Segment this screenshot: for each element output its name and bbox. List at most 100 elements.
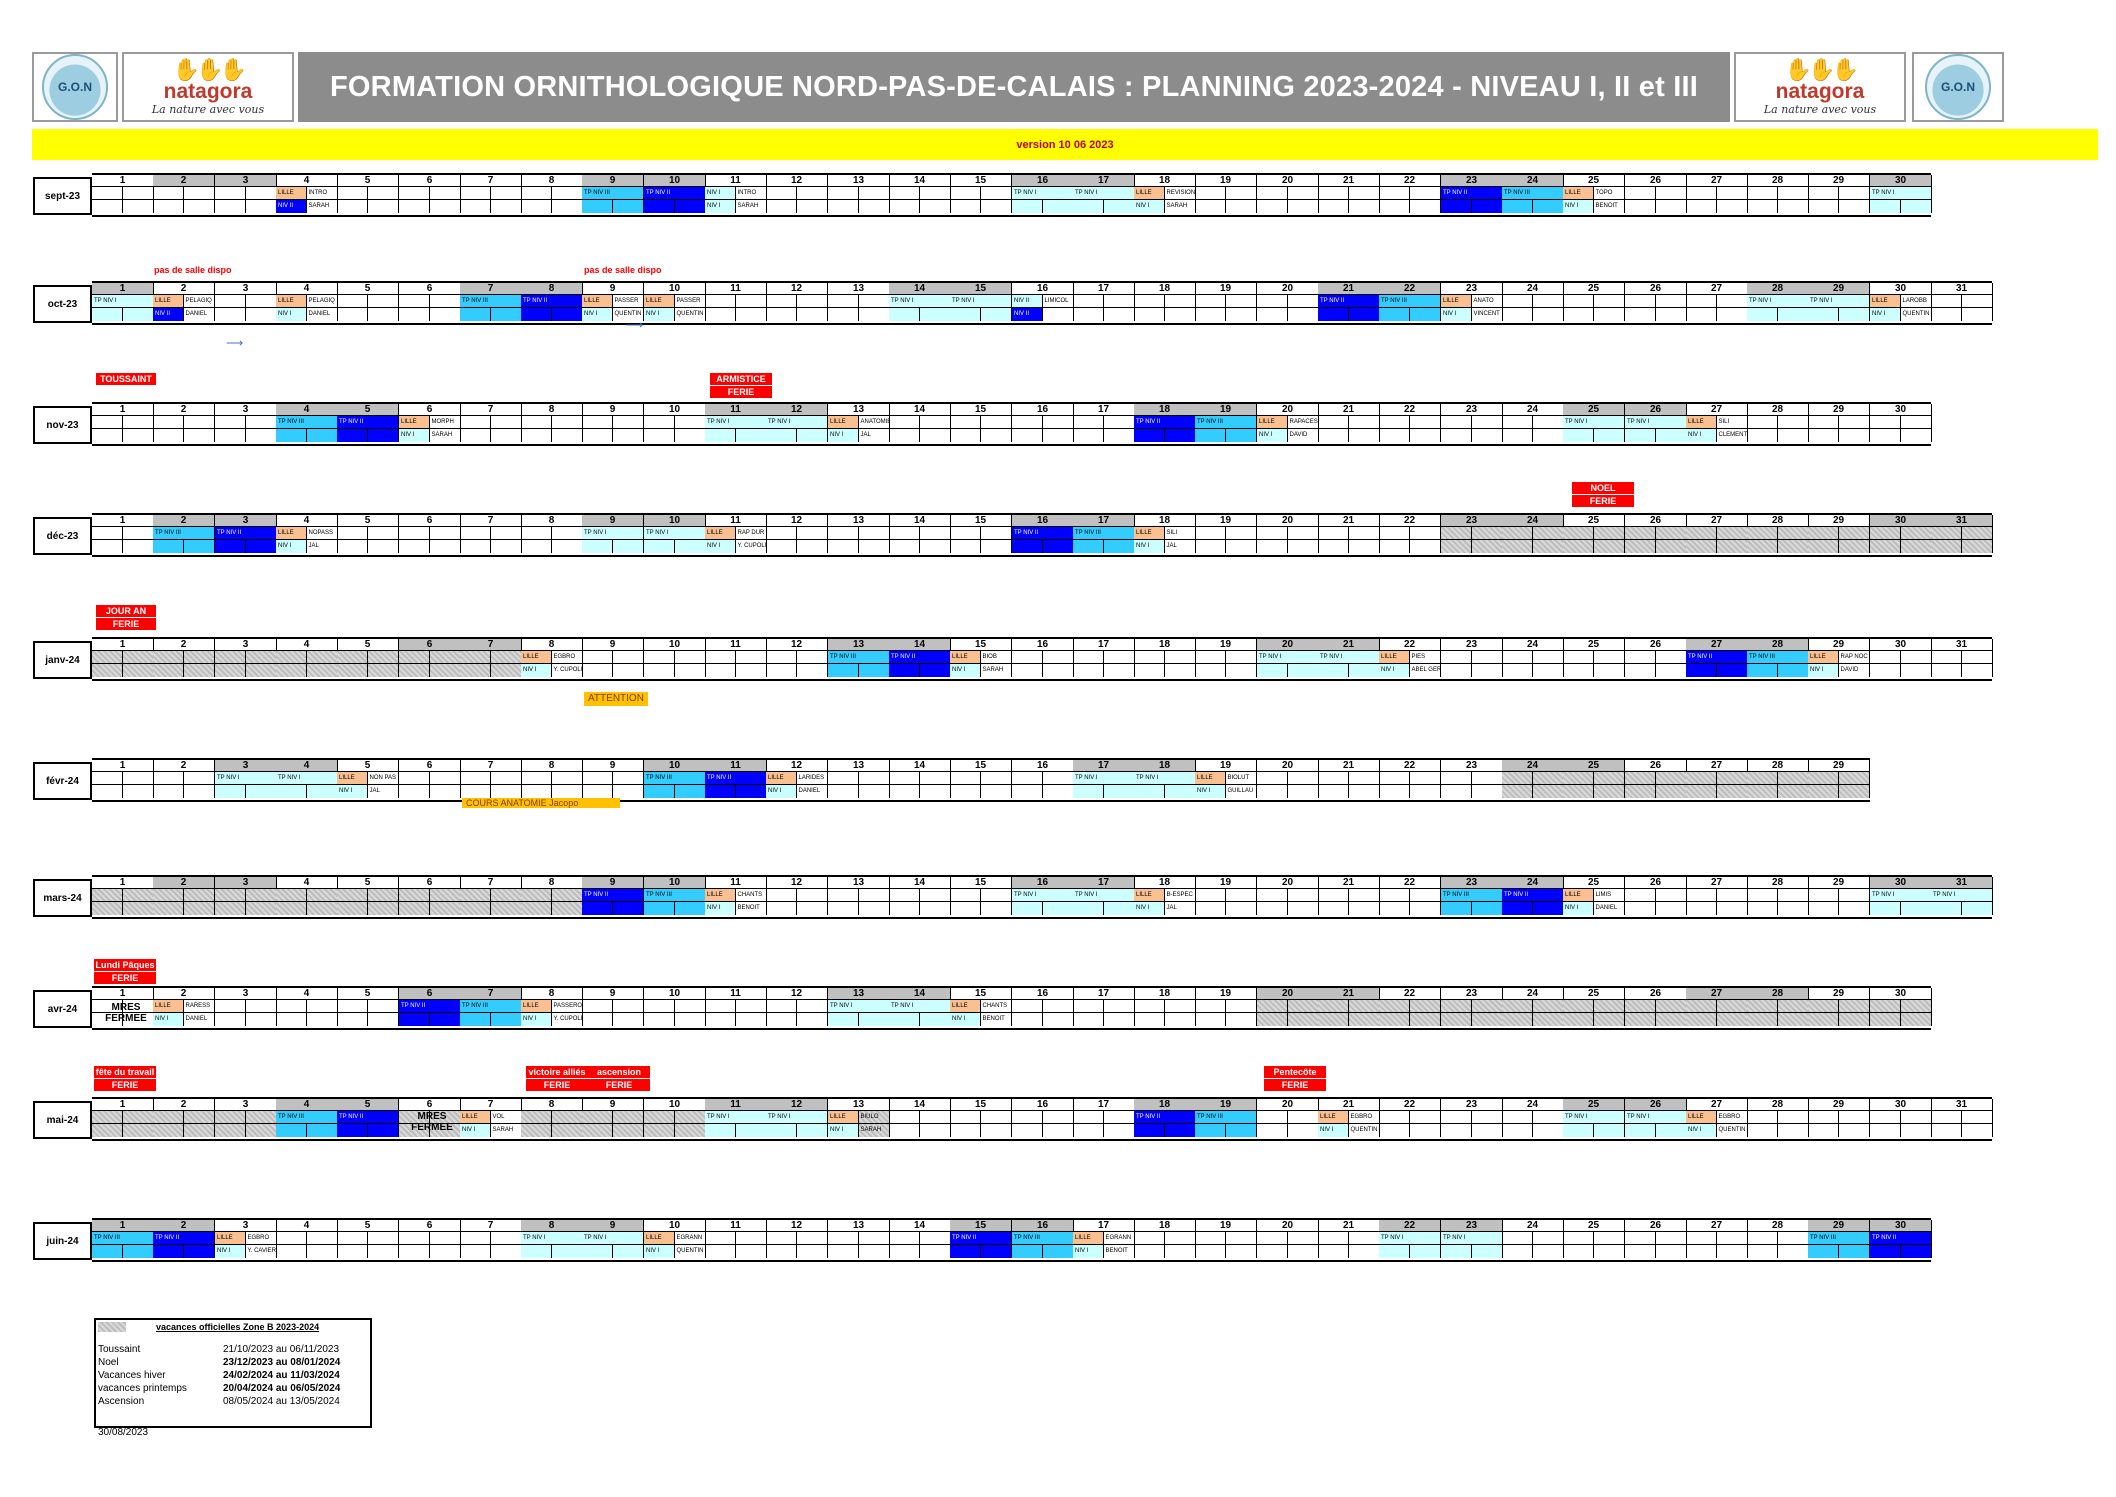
day-cell[interactable]: 27 xyxy=(1686,515,1748,553)
day-cell[interactable]: 23 LILLE ANATO NIV I VINCENT xyxy=(1441,283,1503,321)
day-cell[interactable]: 4 xyxy=(276,988,338,1026)
day-cell[interactable]: 9 TP NIV II xyxy=(582,877,644,915)
day-cell[interactable]: 31 TP NIV I xyxy=(1931,877,1993,915)
day-cell[interactable]: 19 LILLE BIOLUT NIV I GUILLAU xyxy=(1195,760,1257,798)
day-cell[interactable]: 15 xyxy=(950,515,1012,553)
day-cell[interactable]: 25 xyxy=(1563,639,1625,677)
day-cell[interactable]: 13 xyxy=(828,1220,890,1258)
day-cell[interactable]: 14 xyxy=(889,404,951,442)
day-cell[interactable]: 25 LILLE LIMIS NIV I DANIEL xyxy=(1563,877,1625,915)
day-cell[interactable]: 15 TP NIV II xyxy=(950,1220,1012,1258)
day-cell[interactable]: 11 LILLE RAP DUR NIV I Y. CUPOLI xyxy=(705,515,767,553)
day-cell[interactable]: 25 xyxy=(1563,988,1625,1026)
day-cell[interactable]: 22 xyxy=(1379,515,1441,553)
day-cell[interactable]: 8 LILLE PASSERO NIV I Y. CUPOLI xyxy=(521,988,583,1026)
day-cell[interactable]: 13 LILLE ANATOMIE NIV I JAL xyxy=(828,404,890,442)
day-cell[interactable]: 17 TP NIV I xyxy=(1073,877,1135,915)
day-cell[interactable]: 7 TP NIV III xyxy=(460,988,522,1026)
day-cell[interactable]: 19 xyxy=(1195,877,1257,915)
day-cell[interactable]: 30 TP NIV II xyxy=(1870,1220,1932,1258)
day-cell[interactable]: 19 xyxy=(1195,988,1257,1026)
day-cell[interactable]: 31 xyxy=(1931,1099,1993,1137)
day-cell[interactable]: 10 xyxy=(644,1099,706,1137)
day-cell[interactable]: 12 xyxy=(766,877,828,915)
day-cell[interactable]: 25 xyxy=(1563,760,1625,798)
day-cell[interactable]: 1 xyxy=(92,404,154,442)
day-cell[interactable]: 13 xyxy=(828,877,890,915)
day-cell[interactable]: 21 TP NIV II xyxy=(1318,283,1380,321)
day-cell[interactable]: 25 LILLE TOPO NIV I BENOIT xyxy=(1563,175,1625,213)
day-cell[interactable]: 20 xyxy=(1257,988,1319,1026)
day-cell[interactable]: 11 xyxy=(705,988,767,1026)
day-cell[interactable]: 7 LILLE VOL NIV I SARAH xyxy=(460,1099,522,1137)
day-cell[interactable]: 15 TP NIV I xyxy=(950,283,1012,321)
day-cell[interactable]: 9 LILLE PASSER NIV I QUENTIN xyxy=(582,283,644,321)
day-cell[interactable]: 21 xyxy=(1318,988,1380,1026)
day-cell[interactable]: 21 LILLE EGBRO NIV I QUENTIN xyxy=(1318,1099,1380,1137)
day-cell[interactable]: 24 xyxy=(1502,404,1564,442)
day-cell[interactable]: 1 xyxy=(92,1099,154,1137)
day-cell[interactable]: 11 LILLE CHANTS NIV I BENOIT xyxy=(705,877,767,915)
day-cell[interactable]: 15 xyxy=(950,877,1012,915)
day-cell[interactable]: 26 xyxy=(1625,175,1687,213)
day-cell[interactable]: 19 TP NIV III xyxy=(1195,1099,1257,1137)
day-cell[interactable]: 4 xyxy=(276,639,338,677)
day-cell[interactable]: 13 TP NIV I xyxy=(828,988,890,1026)
day-cell[interactable]: 14 xyxy=(889,877,951,915)
day-cell[interactable]: 23 TP NIV III xyxy=(1441,877,1503,915)
day-cell[interactable]: 21 xyxy=(1318,175,1380,213)
day-cell[interactable]: 2 xyxy=(153,760,215,798)
day-cell[interactable]: 8 TP NIV II xyxy=(521,283,583,321)
day-cell[interactable]: 13 TP NIV III xyxy=(828,639,890,677)
day-cell[interactable]: 7 xyxy=(460,515,522,553)
day-cell[interactable]: 18 LILLE B-ESPEC NIV I JAL xyxy=(1134,877,1196,915)
day-cell[interactable]: 21 TP NIV I xyxy=(1318,639,1380,677)
day-cell[interactable]: 30 xyxy=(1870,404,1932,442)
day-cell[interactable]: 20 xyxy=(1257,175,1319,213)
day-cell[interactable]: 28 xyxy=(1747,1220,1809,1258)
day-cell[interactable]: 8 xyxy=(521,877,583,915)
day-cell[interactable]: 19 xyxy=(1195,639,1257,677)
day-cell[interactable]: 7 TP NIV III xyxy=(460,283,522,321)
day-cell[interactable]: 6 LILLE MORPH NIV I SARAH xyxy=(399,404,461,442)
day-cell[interactable]: 1 xyxy=(92,760,154,798)
day-cell[interactable]: 17 xyxy=(1073,404,1135,442)
day-cell[interactable]: 24 xyxy=(1502,988,1564,1026)
day-cell[interactable]: 20 LILLE RAPACES NIV I DAVID xyxy=(1257,404,1319,442)
day-cell[interactable]: 16 xyxy=(1012,404,1074,442)
day-cell[interactable]: 8 xyxy=(521,515,583,553)
day-cell[interactable]: 21 xyxy=(1318,515,1380,553)
day-cell[interactable]: 26 xyxy=(1625,283,1687,321)
day-cell[interactable]: 28 TP NIV I xyxy=(1747,283,1809,321)
day-cell[interactable]: 11 xyxy=(705,283,767,321)
day-cell[interactable]: 18 TP NIV II xyxy=(1134,404,1196,442)
day-cell[interactable]: 29 xyxy=(1808,404,1870,442)
day-cell[interactable]: 26 xyxy=(1625,877,1687,915)
day-cell[interactable]: 18 TP NIV II xyxy=(1134,1099,1196,1137)
day-cell[interactable]: 20 xyxy=(1257,283,1319,321)
day-cell[interactable]: 9 TP NIV I xyxy=(582,515,644,553)
day-cell[interactable]: 17 TP NIV I xyxy=(1073,175,1135,213)
day-cell[interactable]: 22 xyxy=(1379,175,1441,213)
day-cell[interactable]: 2 TP NIV II xyxy=(153,1220,215,1258)
day-cell[interactable]: 23 xyxy=(1441,639,1503,677)
day-cell[interactable]: 31 xyxy=(1931,515,1993,553)
day-cell[interactable]: 16 NIV II LIMICOL NIV II xyxy=(1012,283,1074,321)
day-cell[interactable]: 31 xyxy=(1931,283,1993,321)
day-cell[interactable]: 30 TP NIV I xyxy=(1870,877,1932,915)
day-cell[interactable]: 14 xyxy=(889,1220,951,1258)
day-cell[interactable]: 9 TP NIV III xyxy=(582,175,644,213)
day-cell[interactable]: 12 xyxy=(766,515,828,553)
day-cell[interactable]: 29 xyxy=(1808,515,1870,553)
day-cell[interactable]: 28 xyxy=(1747,175,1809,213)
day-cell[interactable]: 26 xyxy=(1625,515,1687,553)
day-cell[interactable]: 21 xyxy=(1318,1220,1380,1258)
day-cell[interactable]: 28 xyxy=(1747,988,1809,1026)
day-cell[interactable]: 26 xyxy=(1625,988,1687,1026)
day-cell[interactable]: 28 TP NIV III xyxy=(1747,639,1809,677)
day-cell[interactable]: 8 TP NIV I xyxy=(521,1220,583,1258)
day-cell[interactable]: 22 xyxy=(1379,760,1441,798)
day-cell[interactable]: 6 TP NIV II xyxy=(399,988,461,1026)
day-cell[interactable]: 30 xyxy=(1870,639,1932,677)
day-cell[interactable]: 6 xyxy=(399,760,461,798)
